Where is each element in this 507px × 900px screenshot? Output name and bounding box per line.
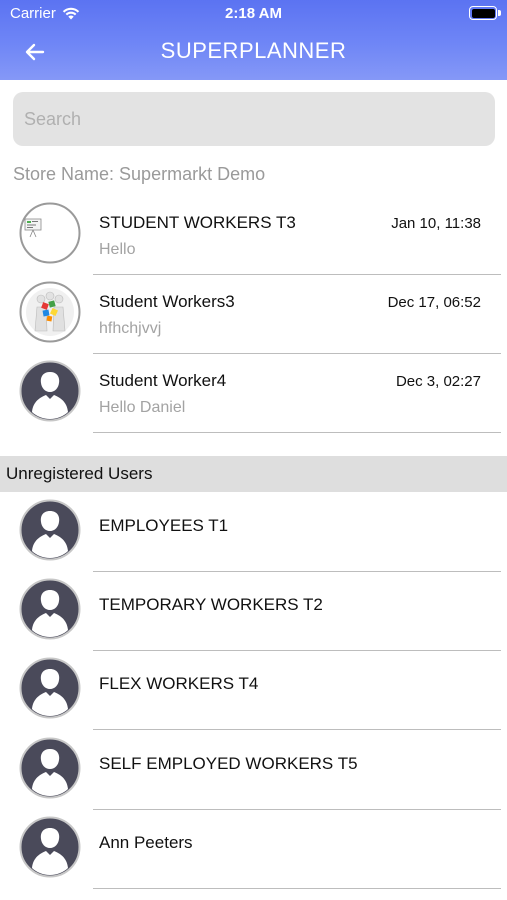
person-icon	[19, 737, 81, 799]
chat-name: Student Workers3	[99, 292, 235, 311]
page-title: SUPERPLANNER	[160, 38, 347, 63]
puzzle-people-thumbnail-icon	[19, 281, 81, 343]
avatar	[19, 499, 81, 561]
user-name: SELF EMPLOYED WORKERS T5	[99, 754, 358, 773]
user-row[interactable]: SELF EMPLOYED WORKERS T5	[0, 730, 507, 810]
avatar	[19, 816, 81, 878]
person-icon	[19, 578, 81, 640]
battery-icon	[469, 6, 501, 20]
avatar	[19, 202, 81, 264]
chat-last-message: hfhchjvvj	[99, 320, 162, 337]
whiteboard-thumbnail-icon	[19, 202, 81, 264]
avatar	[19, 578, 81, 640]
status-bar: Carrier 2:18 AM	[0, 0, 507, 28]
user-row[interactable]: Ann Peeters	[0, 809, 507, 889]
chat-date: Dec 17, 06:52	[387, 294, 481, 311]
person-icon	[19, 499, 81, 561]
store-name-label: Store Name: Supermarkt Demo	[13, 164, 266, 184]
user-name: TEMPORARY WORKERS T2	[99, 595, 323, 614]
user-name: FLEX WORKERS T4	[99, 674, 259, 693]
avatar	[19, 360, 81, 422]
app-header: Carrier 2:18 AM SUPERPLANNER	[0, 0, 507, 80]
status-time: 2:18 AM	[225, 5, 282, 22]
avatar	[19, 737, 81, 799]
chat-row[interactable]: Student Worker4 Hello Daniel Dec 3, 02:2…	[0, 353, 507, 433]
person-icon	[19, 816, 81, 878]
chat-row[interactable]: Student Workers3 hfhchjvvj Dec 17, 06:52	[0, 274, 507, 354]
person-icon	[19, 657, 81, 719]
avatar	[19, 281, 81, 343]
row-divider	[93, 887, 501, 889]
chat-date: Jan 10, 11:38	[391, 215, 481, 232]
row-divider	[93, 431, 501, 433]
user-name: EMPLOYEES T1	[99, 516, 229, 535]
user-name: Ann Peeters	[99, 833, 193, 852]
avatar	[19, 657, 81, 719]
chat-last-message: Hello	[99, 241, 136, 258]
section-header-unregistered-users: Unregistered Users	[0, 456, 507, 492]
chat-name: STUDENT WORKERS T3	[99, 213, 296, 232]
chat-name: Student Worker4	[99, 371, 227, 390]
chat-last-message: Hello Daniel	[99, 399, 186, 416]
chat-date: Dec 3, 02:27	[395, 373, 481, 390]
person-icon	[19, 360, 81, 422]
search-input[interactable]	[13, 92, 495, 146]
chat-row[interactable]: STUDENT WORKERS T3 Hello Jan 10, 11:38	[0, 195, 507, 275]
user-row[interactable]: TEMPORARY WORKERS T2	[0, 571, 507, 651]
user-row[interactable]: FLEX WORKERS T4	[0, 650, 507, 730]
nav-bar: SUPERPLANNER	[0, 28, 507, 76]
user-row[interactable]: EMPLOYEES T1	[0, 492, 507, 572]
